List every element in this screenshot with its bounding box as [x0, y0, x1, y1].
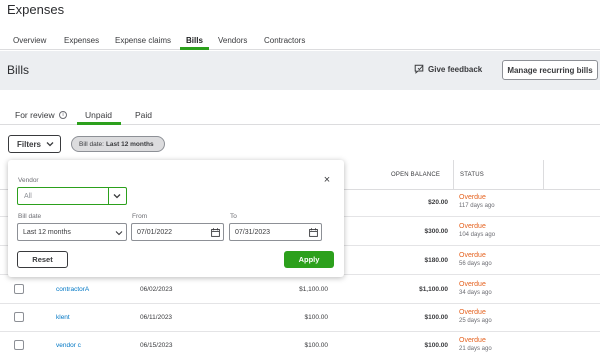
top-tab-bar: Overview Expenses Expense claims Bills V…	[0, 30, 600, 50]
table-row[interactable]: vendor c 06/15/2023 $100.00 $100.00 Over…	[0, 331, 600, 358]
tab-expenses[interactable]: Expenses	[64, 36, 99, 45]
bill-date: 06/15/2023	[140, 342, 173, 349]
days-overdue: 56 days ago	[459, 261, 492, 267]
tab-paid[interactable]: Paid	[135, 110, 152, 120]
payee-link[interactable]: contractorA	[56, 286, 89, 293]
open-balance: $100.00	[424, 314, 449, 321]
status-overdue: Overdue	[459, 281, 486, 288]
tab-contractors[interactable]: Contractors	[264, 36, 305, 45]
active-subtab-indicator	[77, 122, 121, 125]
from-date-value: 07/01/2022	[137, 229, 173, 236]
apply-button[interactable]: Apply	[284, 251, 334, 268]
open-balance: $1,100.00	[419, 286, 448, 293]
status-overdue: Overdue	[459, 309, 486, 316]
col-open-balance[interactable]: OPEN BALANCE	[391, 172, 440, 178]
bill-amount: $1,100.00	[299, 286, 328, 293]
bill-date-label: Bill date	[18, 213, 42, 220]
vendor-select-value: All	[24, 193, 32, 200]
open-balance: $300.00	[424, 228, 449, 235]
tab-unpaid[interactable]: Unpaid	[85, 110, 112, 120]
chip-prefix: Bill date:	[79, 140, 104, 148]
column-divider	[543, 160, 544, 190]
active-tab-indicator	[180, 47, 209, 50]
chip-value: Last 12 months	[105, 140, 154, 148]
bill-date-filter-chip[interactable]: Bill date: Last 12 months	[71, 136, 165, 152]
row-checkbox[interactable]	[14, 340, 24, 350]
status-overdue: Overdue	[459, 337, 486, 344]
days-overdue: 21 days ago	[459, 346, 492, 352]
info-icon[interactable]: i	[59, 111, 67, 119]
chevron-down-icon	[46, 142, 54, 147]
row-checkbox[interactable]	[14, 312, 24, 322]
from-date-input[interactable]: 07/01/2022	[131, 223, 224, 241]
reset-button[interactable]: Reset	[17, 251, 68, 268]
manage-recurring-bills-button[interactable]: Manage recurring bills	[502, 60, 598, 80]
tab-for-review[interactable]: For review	[15, 110, 55, 120]
chevron-down-icon[interactable]	[113, 192, 121, 200]
tab-bills[interactable]: Bills	[186, 36, 203, 45]
comment-icon	[414, 64, 424, 74]
row-checkbox[interactable]	[14, 284, 24, 294]
open-balance: $100.00	[424, 342, 449, 349]
tab-vendors[interactable]: Vendors	[218, 36, 247, 45]
calendar-icon[interactable]	[211, 228, 220, 237]
bill-amount: $100.00	[304, 342, 329, 349]
tab-overview[interactable]: Overview	[13, 36, 46, 45]
status-overdue: Overdue	[459, 223, 486, 230]
bill-date: 06/11/2023	[140, 314, 173, 321]
vendor-select[interactable]: All	[17, 187, 127, 205]
col-status[interactable]: STATUS	[460, 172, 484, 178]
days-overdue: 25 days ago	[459, 318, 492, 324]
table-row[interactable]: klent 06/11/2023 $100.00 $100.00 Overdue…	[0, 303, 600, 332]
select-divider	[108, 188, 109, 204]
to-date-input[interactable]: 07/31/2023	[229, 223, 322, 241]
give-feedback-link[interactable]: Give feedback	[414, 64, 482, 74]
bill-date-select[interactable]: Last 12 months	[17, 223, 127, 241]
payee-link[interactable]: vendor c	[56, 342, 81, 349]
to-label: To	[230, 213, 237, 220]
status-overdue: Overdue	[459, 194, 486, 201]
bill-amount: $100.00	[304, 314, 329, 321]
close-icon[interactable]: ×	[322, 175, 332, 186]
page-title: Bills	[7, 63, 30, 77]
days-overdue: 117 days ago	[459, 203, 495, 209]
calendar-icon[interactable]	[309, 228, 318, 237]
tab-expense-claims[interactable]: Expense claims	[115, 36, 171, 45]
payee-link[interactable]: klent	[56, 314, 70, 321]
status-overdue: Overdue	[459, 252, 486, 259]
days-overdue: 34 days ago	[459, 290, 492, 296]
open-balance: $180.00	[424, 257, 449, 264]
bill-date: 06/02/2023	[140, 286, 173, 293]
to-date-value: 07/31/2023	[235, 229, 271, 236]
filters-label: Filters	[17, 139, 42, 149]
table-row[interactable]: contractorA 06/02/2023 $1,100.00 $1,100.…	[0, 275, 600, 304]
column-divider	[453, 160, 454, 190]
open-balance: $20.00	[428, 199, 448, 206]
bill-date-select-value: Last 12 months	[23, 229, 71, 236]
filters-button[interactable]: Filters	[8, 135, 61, 153]
give-feedback-label: Give feedback	[428, 64, 483, 74]
days-overdue: 104 days ago	[459, 232, 496, 238]
chevron-down-icon	[115, 231, 123, 236]
vendor-label: Vendor	[18, 177, 39, 184]
from-label: From	[132, 213, 148, 220]
app-title: Expenses	[7, 2, 65, 17]
